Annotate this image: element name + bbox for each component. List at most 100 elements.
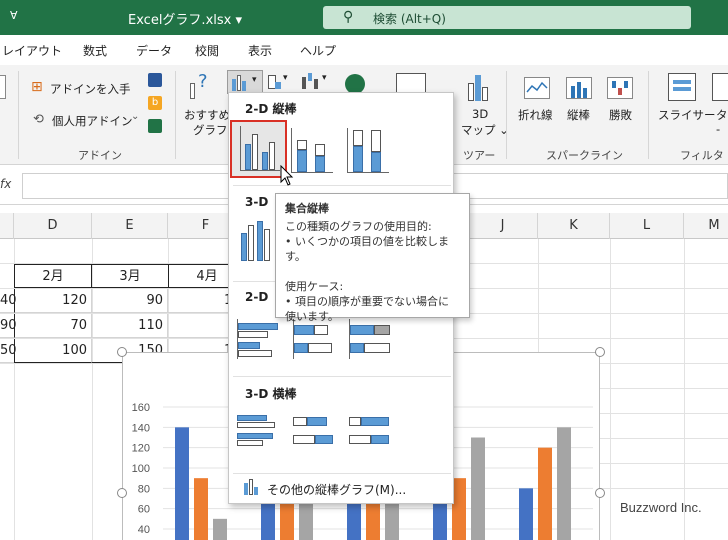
table-cell[interactable]: 100	[14, 339, 92, 363]
sparkline-column-button[interactable]: 縦棒	[567, 107, 590, 123]
table-cell[interactable]: 90	[0, 314, 17, 338]
tab-view[interactable]: 表示	[248, 42, 272, 59]
timeline-icon[interactable]	[712, 73, 728, 101]
my-addins-button[interactable]: 個人用アドイン	[52, 113, 133, 129]
column-header-partial[interactable]	[0, 213, 14, 239]
grid-line	[600, 413, 728, 414]
table-cell[interactable]: 40	[0, 289, 17, 313]
chart-bar[interactable]	[519, 488, 533, 540]
addins-group-label: アドイン	[78, 149, 122, 162]
3d-map-label1[interactable]: 3D	[472, 107, 488, 121]
chart-bar[interactable]	[452, 478, 466, 540]
grid-line	[600, 438, 728, 439]
people-graph-icon[interactable]	[148, 119, 162, 133]
chart-bar[interactable]	[175, 427, 189, 540]
clustered-column-option[interactable]	[230, 120, 287, 178]
chart-ytick-label: 140	[132, 422, 150, 434]
group-divider	[648, 71, 649, 159]
table-cell[interactable]: 110	[92, 314, 168, 338]
insert-hierarchy-chart-button[interactable]: ▾	[266, 73, 294, 93]
chart-ytick-label: 60	[138, 504, 150, 516]
visio-icon[interactable]	[148, 73, 162, 87]
table-cell[interactable]: 120	[14, 289, 92, 313]
title-bar: ∀ Excelグラフ.xlsx ▾ ⚲ 検索 (Alt+Q)	[0, 0, 728, 35]
3d-stacked-bar-option[interactable]	[291, 409, 337, 453]
tours-group-label: ツアー	[463, 149, 496, 162]
column-header-k[interactable]: K	[538, 213, 610, 239]
sparkline-winloss-icon[interactable]	[607, 77, 633, 99]
bing-icon[interactable]: b	[148, 96, 162, 110]
grid-line	[600, 388, 728, 389]
section-3d-column: 3-D	[245, 195, 269, 209]
resize-handle[interactable]	[117, 488, 127, 498]
tab-data[interactable]: データ	[136, 42, 172, 59]
tooltip-usecase-heading: 使用ケース:	[285, 280, 344, 293]
column-header-d[interactable]: D	[14, 213, 92, 239]
chevron-down-icon[interactable]: ⌄	[131, 111, 139, 122]
clustered-bar-option[interactable]	[235, 317, 281, 361]
tab-review[interactable]: 校閲	[195, 42, 219, 59]
3d-100-stacked-bar-option[interactable]	[347, 409, 393, 453]
window-title[interactable]: Excelグラフ.xlsx ▾	[128, 9, 242, 28]
ribbon-tabs: レイアウト 数式 データ 校閲 表示 ヘルプ	[0, 35, 728, 65]
table-cell[interactable]: 50	[0, 339, 17, 363]
more-column-charts-link[interactable]: その他の縦棒グラフ(M)...	[267, 481, 406, 498]
stacked-column-option[interactable]	[289, 126, 335, 173]
insert-column-chart-button[interactable]: ▾	[227, 70, 263, 94]
grid-line	[610, 239, 611, 540]
slicer-icon[interactable]	[668, 73, 696, 101]
search-icon: ⚲	[343, 9, 354, 25]
chart-ytick-label: 120	[132, 443, 150, 455]
chart-ytick-label: 160	[132, 402, 150, 414]
tooltip-purpose-item: • いくつかの項目の値を比較します。	[285, 235, 449, 263]
maps-icon[interactable]	[345, 74, 365, 94]
partial-icon	[0, 75, 6, 99]
table-cell[interactable]: 70	[14, 314, 92, 338]
chart-bar[interactable]	[471, 437, 485, 540]
3d-clustered-bar-option[interactable]	[235, 409, 281, 453]
tooltip-purpose-heading: この種類のグラフの使用目的:	[285, 220, 432, 233]
sparkline-column-icon[interactable]	[566, 77, 592, 99]
chart-bar[interactable]	[194, 478, 208, 540]
tab-formulas[interactable]: 数式	[83, 42, 107, 59]
column-header-m[interactable]: M	[684, 213, 728, 239]
3d-map-label2[interactable]: マップ ⌄	[461, 122, 509, 138]
group-divider	[506, 71, 507, 159]
grid-line	[600, 488, 728, 489]
grid-line	[600, 463, 728, 464]
3d-map-icon[interactable]	[466, 73, 494, 103]
fx-icon[interactable]: fx	[0, 177, 11, 191]
resize-handle[interactable]	[595, 347, 605, 357]
timeline-button-line2[interactable]: -	[716, 122, 720, 136]
chart-bar[interactable]	[538, 447, 552, 540]
insert-waterfall-chart-button[interactable]: ▾	[300, 73, 332, 93]
more-column-charts-icon	[243, 479, 261, 495]
column-header-j[interactable]: J	[468, 213, 538, 239]
quick-access-dropdown-icon[interactable]: ∀	[10, 9, 18, 22]
tooltip-usecase-item-cont: 使います。	[285, 310, 339, 323]
recommended-charts-label1[interactable]: おすすめ	[184, 107, 230, 123]
tab-page-layout[interactable]: レイアウト	[2, 42, 62, 59]
search-box[interactable]: ⚲ 検索 (Alt+Q)	[323, 6, 691, 29]
sparkline-line-icon[interactable]	[524, 77, 550, 99]
chart-bar[interactable]	[280, 498, 294, 540]
get-addins-button[interactable]: アドインを入手	[50, 81, 131, 97]
100-stacked-column-option[interactable]	[345, 126, 391, 173]
resize-handle[interactable]	[117, 347, 127, 357]
slicer-button[interactable]: スライサー	[658, 107, 716, 123]
table-cell[interactable]: 90	[92, 289, 168, 313]
mouse-cursor-icon	[280, 165, 294, 186]
sparkline-line-button[interactable]: 折れ線	[518, 107, 553, 123]
tab-help[interactable]: ヘルプ	[300, 42, 336, 59]
chart-bar[interactable]	[213, 518, 227, 540]
resize-handle[interactable]	[595, 488, 605, 498]
recommended-charts-label2[interactable]: グラフ	[193, 122, 228, 138]
chart-bar[interactable]	[557, 427, 571, 540]
recommended-charts-icon[interactable]: ?	[190, 71, 214, 101]
column-header-l[interactable]: L	[610, 213, 684, 239]
table-cell[interactable]: 3月	[91, 264, 169, 288]
table-cell[interactable]: 2月	[14, 264, 92, 288]
column-header-e[interactable]: E	[92, 213, 168, 239]
sparkline-winloss-button[interactable]: 勝敗	[609, 107, 632, 123]
timeline-button[interactable]: タ	[716, 107, 728, 123]
